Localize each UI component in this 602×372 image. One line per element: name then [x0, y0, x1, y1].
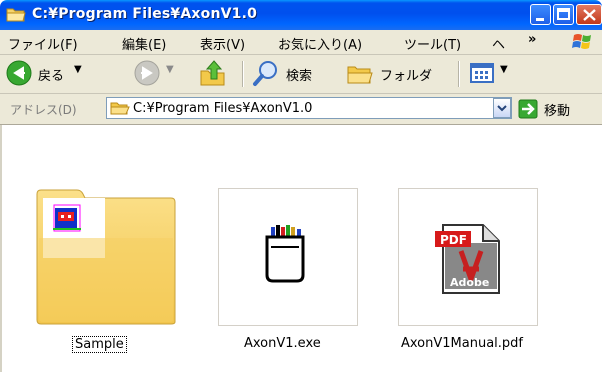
back-button[interactable]: 戻る ▼ [6, 59, 106, 87]
minimize-icon [536, 18, 544, 21]
forward-arrow-icon [134, 60, 160, 86]
toolbar-separator [458, 61, 460, 87]
maximize-icon [557, 8, 570, 20]
windows-logo-icon [562, 30, 602, 54]
adobe-brand-text: Adobe [450, 276, 489, 289]
chevron-down-icon [497, 105, 507, 112]
address-label: アドレス(D) [10, 103, 77, 117]
left-edge [0, 125, 2, 372]
pdf-badge-text: PDF [440, 233, 467, 247]
folders-icon [347, 66, 373, 84]
address-folder-icon [110, 102, 130, 115]
pdf-tile: PDF Adobe [398, 188, 538, 326]
forward-dropdown-icon[interactable]: ▼ [166, 64, 174, 75]
forward-button[interactable]: ▼ [134, 59, 176, 87]
menu-tools[interactable]: ツール(T) [404, 34, 461, 53]
go-label[interactable]: 移動 [544, 100, 570, 119]
menu-help[interactable]: ヘ [492, 34, 505, 53]
folder-up-icon [200, 60, 225, 86]
search-button[interactable]: 検索 [252, 59, 336, 87]
menu-view[interactable]: 表示(V) [200, 34, 245, 53]
close-icon [583, 9, 596, 21]
search-label: 検索 [286, 69, 313, 84]
explorer-window: C:¥Program Files¥AxonV1.0 ファイル(F) 編集(E) … [0, 0, 602, 372]
exe-app-icon [265, 225, 305, 283]
close-button[interactable] [576, 4, 602, 25]
toolbar-separator [242, 61, 244, 87]
file-name-axonv1-exe: AxonV1.exe [244, 336, 321, 351]
menu-edit[interactable]: 編集(E) [122, 34, 166, 53]
menu-bar: ファイル(F) 編集(E) 表示(V) お気に入り(A) ツール(T) ヘ » [0, 30, 602, 55]
maximize-button[interactable] [553, 4, 574, 25]
window-title: C:¥Program Files¥AxonV1.0 [32, 6, 258, 22]
search-icon [253, 61, 277, 86]
file-name-axonv1manual-pdf: AxonV1Manual.pdf [401, 336, 523, 351]
go-button[interactable] [518, 99, 538, 119]
file-list-view[interactable]: Sample AxonV1.exe PDF Adobe AxonV1Manual… [0, 125, 602, 372]
back-label: 戻る [38, 69, 65, 84]
pdf-icon: PDF Adobe [435, 224, 500, 294]
toolbar: 戻る ▼ ▼ 検索 フォルダ ▼ [0, 55, 602, 94]
address-dropdown-button[interactable] [493, 98, 511, 118]
folders-button[interactable]: フォルダ [346, 59, 450, 87]
folders-label: フォルダ [380, 69, 433, 84]
address-bar: アドレス(D) C:¥Program Files¥AxonV1.0 移動 [0, 94, 602, 125]
minimize-button[interactable] [530, 4, 551, 25]
menu-overflow-chevron[interactable]: » [528, 32, 536, 47]
views-dropdown-icon[interactable]: ▼ [500, 64, 508, 75]
back-dropdown-icon[interactable]: ▼ [74, 64, 82, 75]
menu-file[interactable]: ファイル(F) [8, 34, 78, 53]
up-button[interactable] [198, 59, 230, 87]
folder-icon [6, 6, 26, 23]
file-name-sample: Sample [72, 336, 127, 353]
views-icon [470, 63, 494, 83]
address-input[interactable]: C:¥Program Files¥AxonV1.0 [106, 97, 512, 119]
title-bar[interactable]: C:¥Program Files¥AxonV1.0 [0, 0, 602, 30]
exe-tile [218, 188, 358, 326]
go-arrow-icon [518, 99, 538, 119]
views-button[interactable]: ▼ [468, 59, 512, 87]
menu-favorites[interactable]: お気に入り(A) [278, 34, 362, 53]
folder-thumbnail-icon [35, 188, 177, 326]
back-arrow-icon [6, 60, 32, 86]
address-value: C:¥Program Files¥AxonV1.0 [133, 101, 313, 116]
